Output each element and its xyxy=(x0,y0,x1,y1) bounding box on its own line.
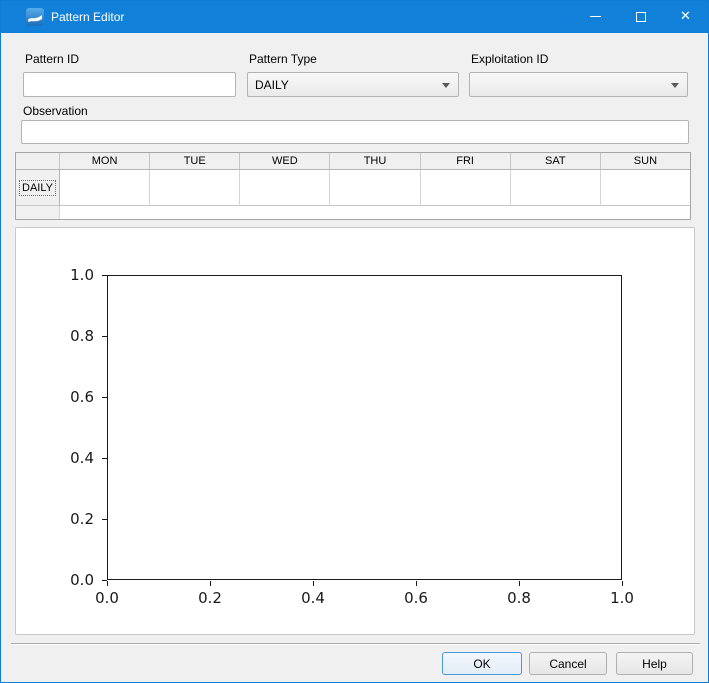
x-tick-mark xyxy=(107,581,108,586)
column-header-tue[interactable]: TUE xyxy=(150,153,240,170)
plot-panel: 0.0 0.2 0.4 0.6 0.8 1.0 0.0 0.2 0.4 0.6 0.8 1.0 xyxy=(15,227,695,635)
table-cell-thu[interactable] xyxy=(330,170,420,206)
help-button[interactable]: Help xyxy=(616,652,693,675)
y-tick-label: 0.2 xyxy=(56,510,94,528)
pattern-type-dropdown[interactable]: DAILY xyxy=(247,72,459,97)
column-header-sun[interactable]: SUN xyxy=(601,153,690,170)
row-header-label: DAILY xyxy=(19,180,56,196)
wave-icon xyxy=(26,8,44,26)
table-header-row: MONTUEWEDTHUFRISATSUN xyxy=(16,153,690,170)
x-tick-mark xyxy=(210,581,211,586)
maximize-icon xyxy=(636,12,646,22)
x-tick-label: 0.6 xyxy=(396,589,436,607)
maximize-button[interactable] xyxy=(618,1,663,32)
table-corner-cell xyxy=(16,153,60,170)
y-tick-label: 0.0 xyxy=(56,571,94,589)
column-header-fri[interactable]: FRI xyxy=(421,153,511,170)
x-tick-label: 0.0 xyxy=(87,589,127,607)
cancel-button[interactable]: Cancel xyxy=(529,652,607,675)
column-header-mon[interactable]: MON xyxy=(60,153,150,170)
minimize-button[interactable] xyxy=(573,1,618,32)
column-header-thu[interactable]: THU xyxy=(330,153,420,170)
y-tick-mark xyxy=(102,519,107,520)
observation-label: Observation xyxy=(23,104,88,118)
y-tick-label: 0.8 xyxy=(56,327,94,345)
pattern-id-input[interactable] xyxy=(23,72,236,97)
table-cell-mon[interactable] xyxy=(60,170,150,206)
x-tick-mark xyxy=(416,581,417,586)
y-tick-mark xyxy=(102,336,107,337)
window-title: Pattern Editor xyxy=(51,1,124,33)
pattern-type-value: DAILY xyxy=(255,78,289,92)
table-cell-sat[interactable] xyxy=(511,170,601,206)
stub-row-header xyxy=(16,206,60,219)
pattern-editor-window: Pattern Editor ✕ Pattern ID Pattern Type… xyxy=(0,0,709,683)
table-cell-sun[interactable] xyxy=(601,170,690,206)
close-button[interactable]: ✕ xyxy=(663,1,708,32)
x-tick-mark xyxy=(313,581,314,586)
pattern-table: MONTUEWEDTHUFRISATSUN DAILY xyxy=(15,152,691,220)
table-cell-tue[interactable] xyxy=(150,170,240,206)
y-tick-label: 0.4 xyxy=(56,449,94,467)
observation-input[interactable] xyxy=(21,120,689,144)
chevron-down-icon xyxy=(671,83,679,88)
column-header-sat[interactable]: SAT xyxy=(511,153,601,170)
exploitation-id-dropdown[interactable] xyxy=(469,72,688,97)
titlebar[interactable]: Pattern Editor ✕ xyxy=(1,1,708,33)
pattern-type-label: Pattern Type xyxy=(249,52,317,66)
row-header-daily[interactable]: DAILY xyxy=(16,170,60,206)
exploitation-id-label: Exploitation ID xyxy=(471,52,548,66)
x-tick-mark xyxy=(519,581,520,586)
stub-row-body xyxy=(60,206,690,219)
pattern-id-label: Pattern ID xyxy=(25,52,79,66)
minimize-icon xyxy=(590,16,601,17)
close-icon: ✕ xyxy=(680,10,691,23)
y-tick-mark xyxy=(102,397,107,398)
column-header-wed[interactable]: WED xyxy=(240,153,330,170)
table-cell-wed[interactable] xyxy=(240,170,330,206)
y-tick-mark xyxy=(102,458,107,459)
x-tick-label: 0.2 xyxy=(190,589,230,607)
ok-button[interactable]: OK xyxy=(442,652,522,675)
table-cell-fri[interactable] xyxy=(421,170,511,206)
plot-axes xyxy=(107,275,622,580)
y-tick-label: 0.6 xyxy=(56,388,94,406)
x-tick-label: 1.0 xyxy=(602,589,642,607)
chevron-down-icon xyxy=(442,83,450,88)
table-row: DAILY xyxy=(16,170,690,206)
x-tick-mark xyxy=(622,581,623,586)
app-icon xyxy=(26,8,44,26)
y-tick-mark xyxy=(102,275,107,276)
footer-separator xyxy=(11,643,700,645)
caption-buttons: ✕ xyxy=(573,1,708,32)
table-stub-row xyxy=(16,206,690,219)
x-tick-label: 0.8 xyxy=(499,589,539,607)
y-tick-label: 1.0 xyxy=(56,266,94,284)
x-tick-label: 0.4 xyxy=(293,589,333,607)
